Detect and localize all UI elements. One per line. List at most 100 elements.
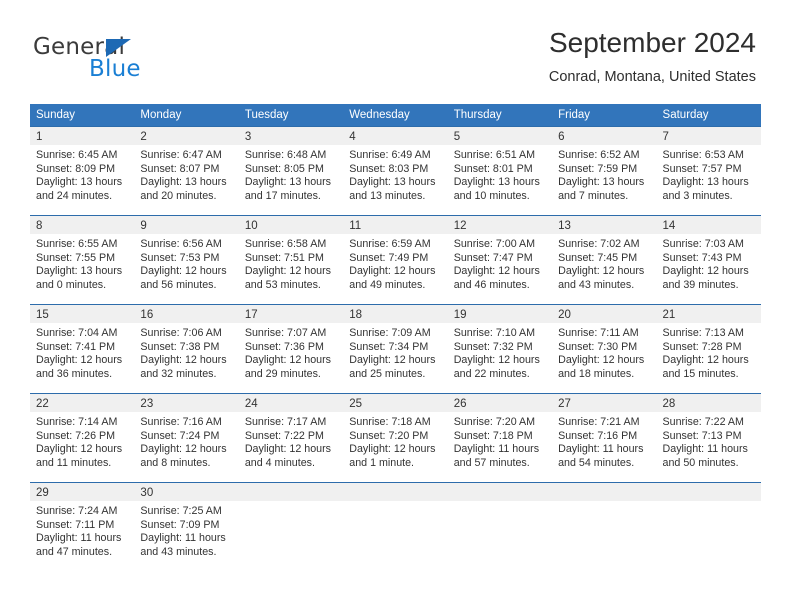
daylight-text-line1: Daylight: 12 hours — [140, 443, 227, 456]
day-cell[interactable]: 23 Sunrise: 7:16 AM Sunset: 7:24 PM Dayl… — [134, 394, 239, 482]
day-cell[interactable]: 25 Sunrise: 7:18 AM Sunset: 7:20 PM Dayl… — [343, 394, 448, 482]
daylight-text-line1: Daylight: 11 hours — [662, 443, 748, 456]
sunrise-text: Sunrise: 7:04 AM — [36, 327, 118, 339]
sunset-text: Sunset: 8:05 PM — [244, 162, 324, 175]
daylight-text-line1: Daylight: 12 hours — [349, 265, 436, 278]
day-details: Sunrise: 6:52 AM Sunset: 7:59 PM Dayligh… — [552, 145, 656, 203]
day-cell[interactable]: 13 Sunrise: 7:02 AM Sunset: 7:45 PM Dayl… — [552, 216, 657, 304]
day-cell[interactable]: 5 Sunrise: 6:51 AM Sunset: 8:01 PM Dayli… — [447, 127, 553, 215]
daylight-text-line1: Daylight: 13 hours — [36, 176, 123, 189]
daylight-text-line2: and 53 minutes. — [244, 278, 321, 291]
day-cell[interactable]: 24 Sunrise: 7:17 AM Sunset: 7:22 PM Dayl… — [238, 394, 344, 482]
title-block: September 2024 Conrad, Montana, United S… — [549, 26, 756, 86]
daylight-text-line2: and 57 minutes. — [453, 456, 530, 469]
sunset-text: Sunset: 7:09 PM — [140, 518, 220, 531]
day-cell[interactable]: 8 Sunrise: 6:55 AM Sunset: 7:55 PM Dayli… — [30, 216, 135, 304]
day-cell[interactable]: 7 Sunrise: 6:53 AM Sunset: 7:57 PM Dayli… — [656, 127, 761, 215]
daylight-text-line1: Daylight: 11 hours — [453, 443, 540, 456]
day-number-band — [552, 483, 657, 501]
day-cell[interactable]: 6 Sunrise: 6:52 AM Sunset: 7:59 PM Dayli… — [552, 127, 657, 215]
day-cell-empty — [656, 483, 761, 571]
day-cell[interactable]: 10 Sunrise: 6:58 AM Sunset: 7:51 PM Dayl… — [238, 216, 344, 304]
daylight-text-line2: and 20 minutes. — [140, 189, 217, 202]
day-cell[interactable]: 1 Sunrise: 6:45 AM Sunset: 8:09 PM Dayli… — [30, 127, 135, 215]
day-number-band: 18 — [343, 305, 448, 323]
daylight-text-line2: and 4 minutes. — [244, 456, 315, 469]
day-cell[interactable]: 3 Sunrise: 6:48 AM Sunset: 8:05 PM Dayli… — [238, 127, 344, 215]
day-cell[interactable]: 12 Sunrise: 7:00 AM Sunset: 7:47 PM Dayl… — [447, 216, 553, 304]
day-cell[interactable]: 30 Sunrise: 7:25 AM Sunset: 7:09 PM Dayl… — [134, 483, 239, 571]
sunset-text: Sunset: 7:55 PM — [36, 251, 116, 264]
day-cell[interactable]: 20 Sunrise: 7:11 AM Sunset: 7:30 PM Dayl… — [552, 305, 657, 393]
day-cell[interactable]: 15 Sunrise: 7:04 AM Sunset: 7:41 PM Dayl… — [30, 305, 135, 393]
daylight-text-line1: Daylight: 13 hours — [36, 265, 123, 278]
day-number-band: 19 — [447, 305, 553, 323]
daylight-text-line2: and 43 minutes. — [558, 278, 635, 291]
daylight-text-line2: and 13 minutes. — [349, 189, 426, 202]
day-cell[interactable]: 2 Sunrise: 6:47 AM Sunset: 8:07 PM Dayli… — [134, 127, 239, 215]
day-details: Sunrise: 6:58 AM Sunset: 7:51 PM Dayligh… — [239, 234, 343, 292]
day-number-band — [656, 483, 761, 501]
day-number: 2 — [140, 131, 147, 143]
sunset-text: Sunset: 7:51 PM — [244, 251, 324, 264]
sunrise-text: Sunrise: 7:03 AM — [662, 238, 744, 250]
day-details: Sunrise: 7:18 AM Sunset: 7:20 PM Dayligh… — [343, 412, 447, 470]
day-cell[interactable]: 22 Sunrise: 7:14 AM Sunset: 7:26 PM Dayl… — [30, 394, 135, 482]
day-cell[interactable]: 17 Sunrise: 7:07 AM Sunset: 7:36 PM Dayl… — [238, 305, 344, 393]
day-cell[interactable]: 28 Sunrise: 7:22 AM Sunset: 7:13 PM Dayl… — [656, 394, 761, 482]
day-cell[interactable]: 21 Sunrise: 7:13 AM Sunset: 7:28 PM Dayl… — [656, 305, 761, 393]
day-cell[interactable]: 4 Sunrise: 6:49 AM Sunset: 8:03 PM Dayli… — [343, 127, 448, 215]
daylight-text-line1: Daylight: 12 hours — [349, 354, 436, 367]
day-number-band: 30 — [134, 483, 239, 501]
day-number-band: 27 — [552, 394, 657, 412]
calendar-page: General Blue September 2024 Conrad, Mont… — [0, 0, 792, 612]
day-cell[interactable]: 29 Sunrise: 7:24 AM Sunset: 7:11 PM Dayl… — [30, 483, 135, 571]
day-details: Sunrise: 7:07 AM Sunset: 7:36 PM Dayligh… — [239, 323, 343, 381]
daylight-text-line1: Daylight: 12 hours — [662, 265, 749, 278]
day-number-band: 22 — [30, 394, 135, 412]
day-cell[interactable]: 26 Sunrise: 7:20 AM Sunset: 7:18 PM Dayl… — [447, 394, 553, 482]
day-number-band: 17 — [238, 305, 344, 323]
sunset-text: Sunset: 7:47 PM — [453, 251, 533, 264]
day-cell[interactable]: 27 Sunrise: 7:21 AM Sunset: 7:16 PM Dayl… — [552, 394, 657, 482]
daylight-text-line2: and 39 minutes. — [662, 278, 739, 291]
day-cell-empty — [447, 483, 553, 571]
sunrise-text: Sunrise: 7:06 AM — [140, 327, 222, 339]
sunrise-text: Sunrise: 6:56 AM — [140, 238, 222, 250]
day-number: 23 — [140, 398, 154, 410]
day-cell-empty — [238, 483, 344, 571]
sunrise-text: Sunrise: 7:09 AM — [349, 327, 431, 339]
sunset-text: Sunset: 7:22 PM — [244, 429, 324, 442]
day-cell[interactable]: 14 Sunrise: 7:03 AM Sunset: 7:43 PM Dayl… — [656, 216, 761, 304]
sunrise-text: Sunrise: 7:18 AM — [349, 416, 431, 428]
daylight-text-line1: Daylight: 12 hours — [244, 265, 331, 278]
sunrise-text: Sunrise: 7:11 AM — [558, 327, 639, 339]
day-number: 30 — [140, 487, 154, 499]
logo-text-blue: Blue — [89, 56, 141, 82]
location-subtitle: Conrad, Montana, United States — [548, 69, 756, 85]
sunrise-text: Sunrise: 7:13 AM — [662, 327, 744, 339]
day-cell[interactable]: 19 Sunrise: 7:10 AM Sunset: 7:32 PM Dayl… — [447, 305, 553, 393]
day-number: 14 — [662, 220, 676, 232]
daylight-text-line1: Daylight: 12 hours — [36, 443, 123, 456]
day-details: Sunrise: 7:09 AM Sunset: 7:34 PM Dayligh… — [343, 323, 447, 381]
day-number-band: 26 — [447, 394, 553, 412]
day-details: Sunrise: 7:03 AM Sunset: 7:43 PM Dayligh… — [657, 234, 761, 292]
daylight-text-line1: Daylight: 13 hours — [453, 176, 540, 189]
sunset-text: Sunset: 7:24 PM — [140, 429, 220, 442]
day-cell[interactable]: 18 Sunrise: 7:09 AM Sunset: 7:34 PM Dayl… — [343, 305, 448, 393]
general-blue-logo[interactable]: General Blue — [33, 34, 253, 82]
daylight-text-line1: Daylight: 11 hours — [140, 532, 226, 545]
daylight-text-line1: Daylight: 12 hours — [558, 265, 645, 278]
day-cell[interactable]: 9 Sunrise: 6:56 AM Sunset: 7:53 PM Dayli… — [134, 216, 239, 304]
day-number: 1 — [36, 131, 43, 143]
day-details: Sunrise: 6:51 AM Sunset: 8:01 PM Dayligh… — [448, 145, 552, 203]
day-cell[interactable]: 11 Sunrise: 6:59 AM Sunset: 7:49 PM Dayl… — [343, 216, 448, 304]
day-details: Sunrise: 7:13 AM Sunset: 7:28 PM Dayligh… — [657, 323, 761, 381]
day-number-band: 3 — [238, 127, 344, 145]
day-number-band: 2 — [134, 127, 239, 145]
day-number-band: 13 — [552, 216, 657, 234]
day-cell[interactable]: 16 Sunrise: 7:06 AM Sunset: 7:38 PM Dayl… — [134, 305, 239, 393]
daylight-text-line1: Daylight: 12 hours — [558, 354, 645, 367]
sunset-text: Sunset: 7:13 PM — [662, 429, 742, 442]
